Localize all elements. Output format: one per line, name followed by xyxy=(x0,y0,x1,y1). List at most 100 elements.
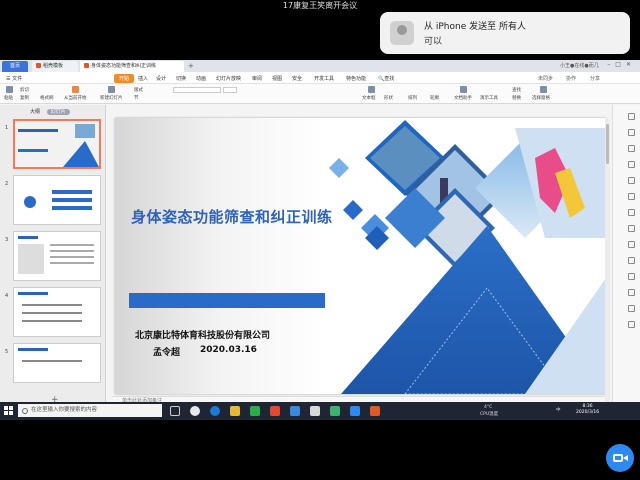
paste-button[interactable]: 粘贴 xyxy=(4,95,13,101)
select-pane-icon xyxy=(540,86,547,93)
slide-3-preview xyxy=(14,232,100,280)
property-icon[interactable] xyxy=(628,129,635,136)
paste-icon xyxy=(6,86,13,93)
style-icon[interactable] xyxy=(628,113,635,120)
image-icon[interactable] xyxy=(628,177,635,184)
play-icon xyxy=(72,86,79,93)
slide-thumbnail-1[interactable] xyxy=(13,119,101,169)
play-from-current-button[interactable]: 从当前开始 xyxy=(64,95,87,101)
thumb-number: 2 xyxy=(5,181,9,187)
chart-icon[interactable] xyxy=(628,193,635,200)
app-icon-2[interactable] xyxy=(310,406,320,416)
arrange-button[interactable]: 排列 xyxy=(408,95,417,101)
wechat-icon[interactable] xyxy=(250,406,260,416)
zoom-app-icon[interactable] xyxy=(350,406,360,416)
tab-document[interactable]: 身体姿态功能筛查和纠正训练 xyxy=(80,61,184,72)
thumb-number: 5 xyxy=(5,349,9,355)
comment-icon[interactable] xyxy=(628,257,635,264)
taskbar-search-input[interactable]: 在这里输入你要搜索的内容 xyxy=(18,404,162,417)
find-button[interactable]: 查找 xyxy=(512,87,521,93)
select-pane-button[interactable]: 选择窗格 xyxy=(532,95,550,101)
scrollbar-thumb[interactable] xyxy=(606,124,609,164)
weather-temp: 4°C xyxy=(484,405,493,410)
windows-start-icon[interactable] xyxy=(4,406,13,415)
ppt-taskbar-icon[interactable] xyxy=(370,406,380,416)
panel-tabs: 大纲 幻灯片 xyxy=(30,108,70,115)
file-explorer-icon[interactable] xyxy=(230,406,240,416)
new-tab-icon[interactable]: + xyxy=(188,60,194,72)
format-painter-button[interactable]: 格式刷 xyxy=(40,95,54,101)
camera-lens-icon xyxy=(623,455,628,461)
font-family-select[interactable] xyxy=(173,87,221,93)
shape-button[interactable]: 形状 xyxy=(384,95,393,101)
new-slide-icon xyxy=(108,86,115,93)
wps-icon[interactable] xyxy=(270,406,280,416)
windows-taskbar: 在这里输入你要搜索的内容 4°C CPU温度 中 8:36 2020/3/16 xyxy=(0,402,640,420)
tab-home[interactable]: 首页 xyxy=(2,61,28,72)
clock-date: 2020/3/16 xyxy=(576,410,600,415)
slide-thumbnail-3[interactable] xyxy=(13,231,101,281)
share-button[interactable]: 分享 xyxy=(590,75,600,82)
ribbon-toolbar: 粘贴 剪切 复制 格式刷 从当前开始 新建幻灯片 版式 节 文本框 形状 排列 … xyxy=(0,84,640,104)
tab-template[interactable]: 稻壳模板 xyxy=(32,61,78,72)
slide-1-preview xyxy=(15,121,99,167)
thumb-number: 1 xyxy=(5,125,9,131)
slide-thumbnail-panel: 大纲 幻灯片 1 2 3 4 5 + xyxy=(0,105,106,409)
slide-artwork xyxy=(329,120,606,394)
cut-button[interactable]: 剪切 xyxy=(20,87,29,93)
backup-icon[interactable] xyxy=(628,225,635,232)
slide-title[interactable]: 身体姿态功能筛查和纠正训练 xyxy=(131,206,333,227)
ribbon-menu: ☰ 文件 开始 插入 设计 切换 动画 幻灯片放映 审阅 视图 安全 开发工具 … xyxy=(0,72,640,84)
collaborate-button[interactable]: 协作 xyxy=(566,75,576,82)
section-button[interactable]: 节 xyxy=(134,95,139,101)
font-size-select[interactable] xyxy=(223,87,237,93)
tab-slides[interactable]: 幻灯片 xyxy=(46,109,70,115)
company-name[interactable]: 北京康比特体育科技股份有限公司 xyxy=(135,328,270,341)
layout-icon[interactable] xyxy=(628,305,635,312)
replace-button[interactable]: 替换 xyxy=(512,95,521,101)
app-icon[interactable] xyxy=(190,406,200,416)
system-clock[interactable]: 8:36 2020/3/16 xyxy=(576,404,599,416)
tab-outline[interactable]: 大纲 xyxy=(30,109,40,115)
vertical-scrollbar[interactable] xyxy=(605,120,610,410)
ppt-icon xyxy=(84,63,89,68)
presentation-tool-button[interactable]: 演示工具 xyxy=(480,95,498,101)
presenter-name[interactable]: 孟令超 xyxy=(153,345,180,358)
slide-5-preview xyxy=(14,344,100,382)
outline-button[interactable]: 轮廓 xyxy=(430,95,439,101)
copy-button[interactable]: 复制 xyxy=(20,95,29,101)
table-icon[interactable] xyxy=(628,209,635,216)
edge-icon[interactable] xyxy=(210,406,220,416)
new-slide-button[interactable]: 新建幻灯片 xyxy=(100,95,123,101)
thumb-number: 4 xyxy=(5,293,9,299)
document-icon[interactable] xyxy=(628,321,635,328)
presentation-date[interactable]: 2020.03.16 xyxy=(200,345,257,355)
sender-avatar-icon xyxy=(390,21,414,45)
iphone-message-notification[interactable]: 从 iPhone 发送至 所有人 可以 xyxy=(380,12,630,54)
account-name[interactable]: 小王●在线●而几 xyxy=(560,62,599,69)
help-icon[interactable] xyxy=(628,289,635,296)
slide-2-preview xyxy=(14,176,100,224)
video-camera-button[interactable] xyxy=(606,444,634,472)
task-view-icon[interactable] xyxy=(170,406,180,416)
ime-indicator[interactable]: 中 xyxy=(556,407,561,413)
app-icon-3[interactable] xyxy=(330,406,340,416)
shape-icon[interactable] xyxy=(628,161,635,168)
share-icon[interactable] xyxy=(628,241,635,248)
notification-title: 从 iPhone 发送至 所有人 xyxy=(424,22,526,32)
slide-canvas[interactable]: 身体姿态功能筛查和纠正训练 北京康比特体育科技股份有限公司 孟令超 2020.0… xyxy=(115,118,606,394)
slide-thumbnail-5[interactable] xyxy=(13,343,101,383)
window-controls[interactable]: –□✕ xyxy=(607,61,636,68)
camera-icon xyxy=(613,454,623,462)
slide-thumbnail-2[interactable] xyxy=(13,175,101,225)
animation-icon[interactable] xyxy=(628,145,635,152)
layout-button[interactable]: 版式 xyxy=(134,87,143,93)
settings-icon[interactable] xyxy=(628,273,635,280)
accent-bar xyxy=(129,293,325,308)
textbox-button[interactable]: 文本框 xyxy=(362,95,376,101)
sync-status[interactable]: 未同步 xyxy=(538,75,553,82)
slide-thumbnail-4[interactable] xyxy=(13,287,101,337)
browser-icon[interactable] xyxy=(290,406,300,416)
document-tab-bar: 首页 稻壳模板 身体姿态功能筛查和纠正训练 + 小王●在线●而几 –□✕ xyxy=(0,60,640,72)
doc-assistant-button[interactable]: 文档助手 xyxy=(454,95,472,101)
